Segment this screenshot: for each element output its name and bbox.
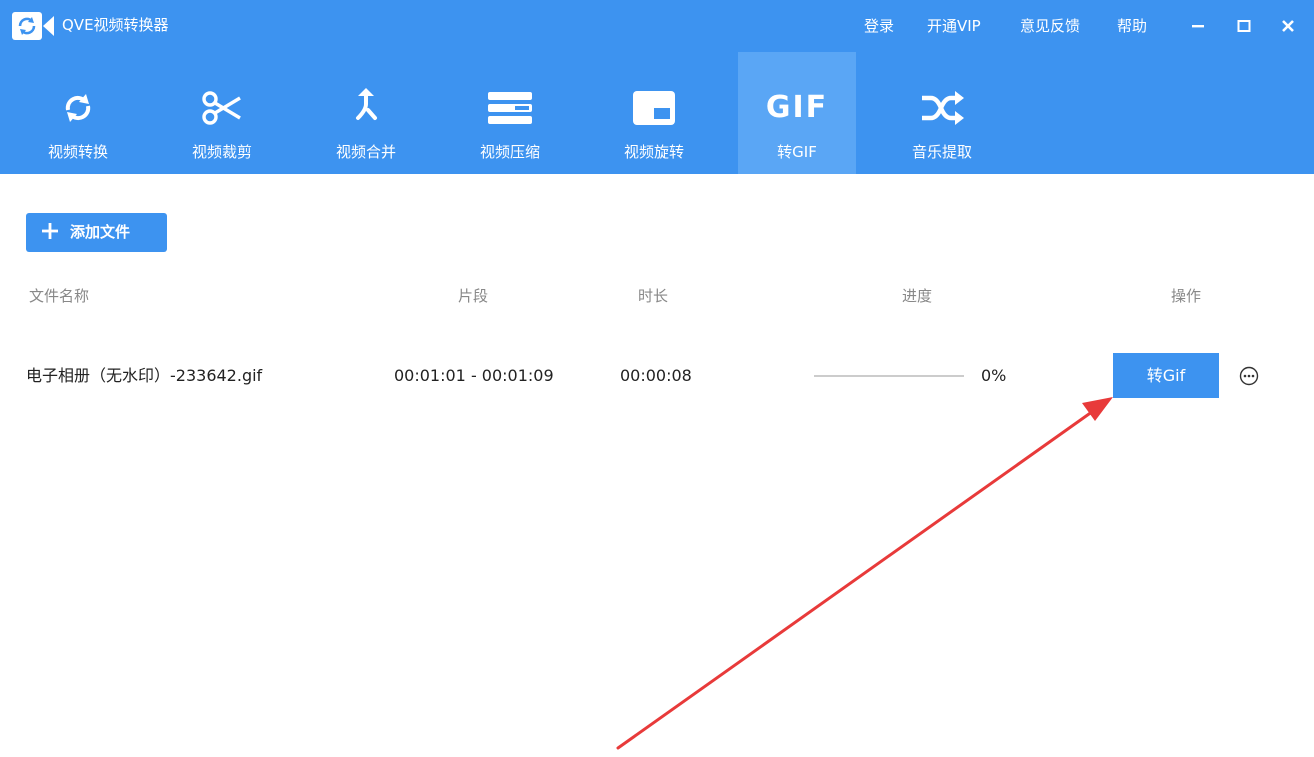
tool-label: 视频转换 <box>47 143 108 161</box>
row-file-name: 电子相册（无水印）-233642.gif <box>26 366 263 385</box>
app-title: QVE视频转换器 <box>62 16 169 34</box>
gif-icon-text: GIF <box>765 90 829 125</box>
refresh-icon <box>19 88 137 128</box>
close-button[interactable] <box>1276 14 1300 38</box>
scissors-icon <box>163 88 281 128</box>
tool-label: 视频压缩 <box>479 143 540 161</box>
tool-video-compress[interactable]: 视频压缩 <box>451 52 569 174</box>
add-file-label: 添加文件 <box>70 223 131 241</box>
app-header: QVE视频转换器 登录 开通VIP 意见反馈 帮助 视频转换 视频裁剪 视频合并… <box>0 0 1314 174</box>
close-icon <box>1282 20 1294 32</box>
more-options-icon <box>1239 366 1259 386</box>
header-segment: 片段 <box>458 287 489 305</box>
tool-label: 视频合并 <box>335 143 396 161</box>
maximize-button[interactable] <box>1232 14 1256 38</box>
app-logo-icon <box>12 12 54 40</box>
tool-video-rotate[interactable]: 视频旋转 <box>595 52 713 174</box>
vip-link[interactable]: 开通VIP <box>927 16 981 36</box>
compress-icon <box>451 88 569 128</box>
row-duration: 00:00:08 <box>620 366 692 385</box>
add-file-button[interactable]: 添加文件 <box>26 213 167 252</box>
minimize-button[interactable] <box>1186 14 1210 38</box>
gif-icon: GIF <box>738 88 856 128</box>
tool-music-extract[interactable]: 音乐提取 <box>883 52 1001 174</box>
header-duration: 时长 <box>638 287 669 305</box>
shuffle-icon <box>883 88 1001 128</box>
help-link[interactable]: 帮助 <box>1117 16 1147 36</box>
merge-icon <box>307 88 425 128</box>
plus-icon <box>40 221 60 241</box>
progress-bar <box>814 375 964 377</box>
tool-label: 音乐提取 <box>911 143 972 161</box>
row-progress-text: 0% <box>981 366 1007 385</box>
tool-label: 视频旋转 <box>623 143 684 161</box>
tool-label: 转GIF <box>777 143 817 161</box>
header-file-name: 文件名称 <box>29 287 90 305</box>
title-bar: QVE视频转换器 登录 开通VIP 意见反馈 帮助 <box>0 0 1314 52</box>
tool-to-gif[interactable]: GIF 转GIF <box>738 52 856 174</box>
more-options-button[interactable] <box>1239 366 1259 386</box>
tool-video-convert[interactable]: 视频转换 <box>19 52 137 174</box>
row-segment: 00:01:01 - 00:01:09 <box>394 366 554 385</box>
login-link[interactable]: 登录 <box>864 16 894 36</box>
header-action: 操作 <box>1171 287 1202 305</box>
maximize-icon <box>1237 20 1251 32</box>
feedback-link[interactable]: 意见反馈 <box>1020 16 1080 36</box>
minimize-icon <box>1192 25 1204 28</box>
main-toolbar: 视频转换 视频裁剪 视频合并 视频压缩 视频旋转 GIF 转GIF 音乐提取 <box>0 52 1314 174</box>
tool-label: 视频裁剪 <box>191 143 252 161</box>
tool-video-merge[interactable]: 视频合并 <box>307 52 425 174</box>
header-progress: 进度 <box>902 287 933 305</box>
convert-gif-button[interactable]: 转Gif <box>1113 353 1219 398</box>
tool-video-trim[interactable]: 视频裁剪 <box>163 52 281 174</box>
rotate-icon <box>595 88 713 128</box>
